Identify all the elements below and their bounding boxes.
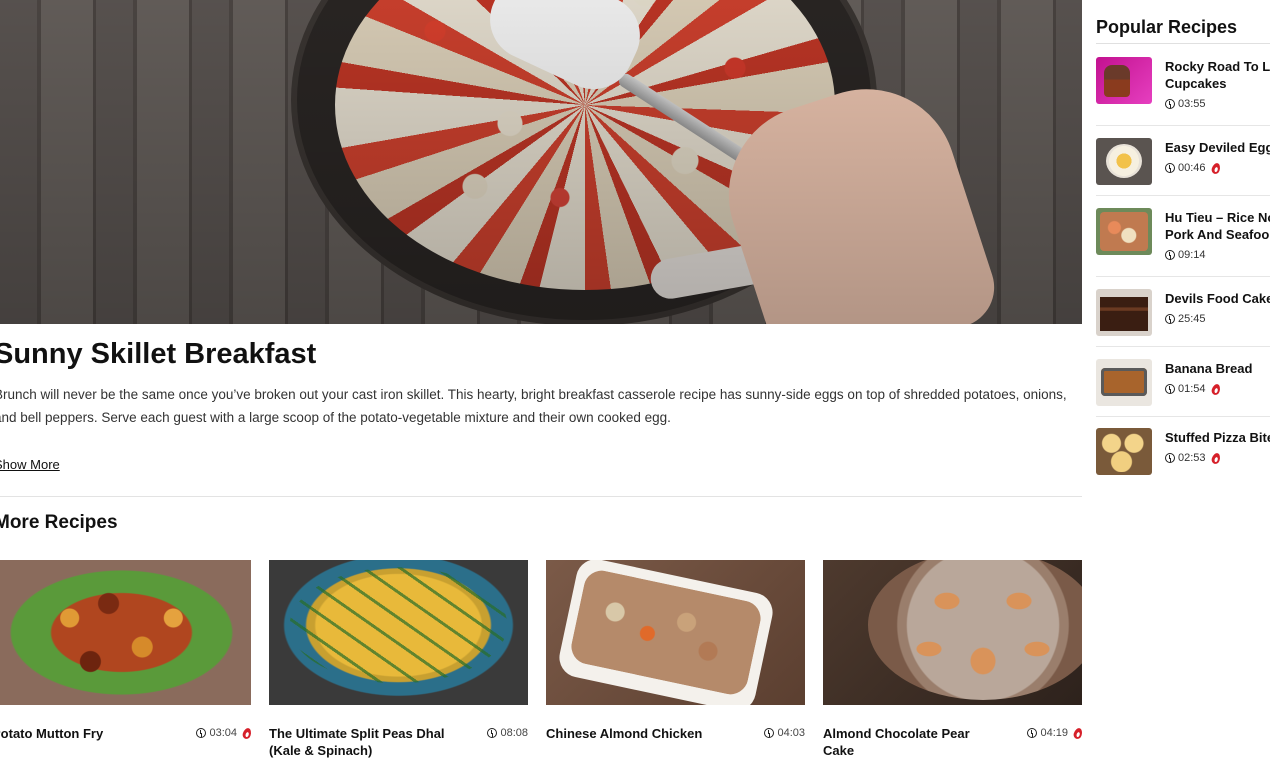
popular-recipe-duration: 01:54	[1178, 383, 1206, 395]
popular-recipe-name[interactable]: Easy Deviled Egg	[1165, 139, 1270, 156]
recipe-title: Sunny Skillet Breakfast	[0, 338, 317, 370]
popular-recipe-name[interactable]: Banana Bread	[1165, 360, 1270, 377]
show-more-link[interactable]: Show More	[0, 457, 60, 472]
popular-recipe-duration: 03:55	[1178, 98, 1206, 110]
section-divider	[0, 496, 1082, 497]
popular-recipe-thumbnail[interactable]	[1096, 428, 1152, 475]
popular-recipe-name[interactable]: Stuffed Pizza Bite	[1165, 429, 1270, 446]
popular-recipe-meta: 01:54	[1165, 382, 1222, 396]
item-divider	[1096, 125, 1270, 126]
clock-icon	[1165, 163, 1175, 173]
clock-icon	[1165, 314, 1175, 324]
flame-icon	[1072, 726, 1082, 740]
flame-icon	[1210, 161, 1222, 175]
recipe-card-meta: 08:08	[487, 727, 528, 739]
popular-recipe-name-line: Pork And Seafoo	[1165, 227, 1270, 242]
popular-recipe-name[interactable]: Devils Food Cake	[1165, 290, 1270, 307]
recipe-thumbnail[interactable]	[0, 560, 251, 705]
recipe-card-name[interactable]: The Ultimate Split Peas Dhal (Kale & Spi…	[269, 725, 449, 759]
popular-recipe-thumbnail[interactable]	[1096, 359, 1152, 406]
recipe-duration: 08:08	[500, 727, 528, 739]
clock-icon	[1027, 728, 1038, 738]
popular-recipe-meta: 03:55	[1165, 98, 1206, 110]
clock-icon	[1165, 453, 1175, 463]
item-divider	[1096, 195, 1270, 196]
popular-recipe-name-line: Rocky Road To L	[1165, 59, 1270, 74]
popular-recipe-thumbnail[interactable]	[1096, 208, 1152, 255]
recipe-thumbnail[interactable]	[546, 560, 805, 705]
popular-recipe-meta: 25:45	[1165, 313, 1206, 325]
flame-icon	[1210, 382, 1222, 396]
recipe-thumbnail[interactable]	[823, 560, 1082, 705]
popular-recipe-name[interactable]: Hu Tieu – Rice No Pork And Seafoo	[1165, 209, 1270, 243]
recipe-card[interactable]: Almond Chocolate Pear Cake 04:19	[823, 560, 1082, 760]
popular-recipe-duration: 25:45	[1178, 313, 1206, 325]
clock-icon	[1165, 250, 1175, 260]
recipe-card[interactable]: Potato Mutton Fry 03:04	[0, 560, 253, 760]
heading-underline	[1096, 43, 1270, 44]
recipe-card-name[interactable]: Potato Mutton Fry	[0, 725, 172, 742]
flame-icon	[241, 726, 253, 740]
popular-recipe-thumbnail[interactable]	[1096, 289, 1152, 336]
popular-recipe-meta: 00:46	[1165, 161, 1222, 175]
recipe-card[interactable]: The Ultimate Split Peas Dhal (Kale & Spi…	[269, 560, 528, 760]
main-content: Sunny Skillet Breakfast Brunch will neve…	[0, 0, 1082, 760]
clock-icon	[764, 728, 775, 738]
popular-recipe-duration: 02:53	[1178, 452, 1206, 464]
recipe-card-meta: 04:19	[1027, 726, 1082, 740]
clock-icon	[196, 728, 207, 738]
more-recipes-heading: More Recipes	[0, 512, 118, 533]
popular-recipe-name[interactable]: Rocky Road To L Cupcakes	[1165, 58, 1270, 92]
popular-recipe-meta: 02:53	[1165, 451, 1222, 465]
popular-recipes-sidebar: Popular Recipes Rocky Road To L Cupcakes…	[1082, 0, 1270, 760]
recipe-card-meta: 04:03	[764, 727, 805, 739]
popular-recipe-name-line: Cupcakes	[1165, 76, 1227, 91]
recipe-thumbnail[interactable]	[269, 560, 528, 705]
hero-shade	[0, 0, 1082, 324]
recipe-duration: 03:04	[209, 727, 237, 739]
recipe-card[interactable]: Chinese Almond Chicken 04:03	[546, 560, 805, 760]
popular-recipe-thumbnail[interactable]	[1096, 57, 1152, 104]
popular-recipe-thumbnail[interactable]	[1096, 138, 1152, 185]
clock-icon	[487, 728, 498, 738]
recipe-card-name[interactable]: Chinese Almond Chicken	[546, 725, 726, 742]
recipe-duration: 04:19	[1040, 727, 1068, 739]
recipe-duration: 04:03	[777, 727, 805, 739]
popular-recipe-meta: 09:14	[1165, 249, 1206, 261]
popular-recipe-name-line: Hu Tieu – Rice No	[1165, 210, 1270, 225]
clock-icon	[1165, 384, 1175, 394]
item-divider	[1096, 416, 1270, 417]
popular-recipe-duration: 09:14	[1178, 249, 1206, 261]
popular-recipes-heading: Popular Recipes	[1096, 17, 1238, 37]
popular-recipe-duration: 00:46	[1178, 162, 1206, 174]
recipe-description: Brunch will never be the same once you’v…	[0, 387, 1067, 425]
hero-video-image[interactable]	[0, 0, 1082, 324]
clock-icon	[1165, 99, 1175, 109]
recipe-card-name[interactable]: Almond Chocolate Pear Cake	[823, 725, 1003, 759]
item-divider	[1096, 346, 1270, 347]
flame-icon	[1210, 451, 1222, 465]
item-divider	[1096, 276, 1270, 277]
recipe-card-meta: 03:04	[196, 726, 253, 740]
